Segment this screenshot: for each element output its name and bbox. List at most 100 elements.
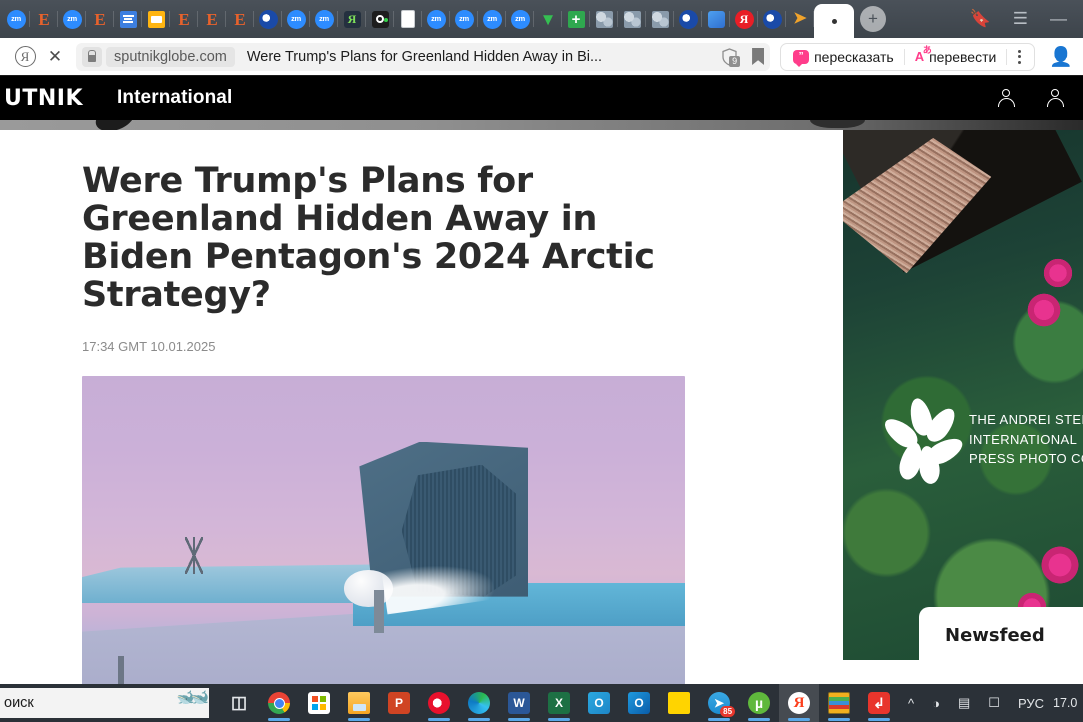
browser-tab[interactable] xyxy=(394,4,422,34)
stenin-flower-logo xyxy=(879,396,973,486)
taskbar-item-outlook[interactable]: O xyxy=(619,684,659,722)
browser-tab[interactable] xyxy=(674,4,702,34)
yandex-assistant-button[interactable]: Я xyxy=(10,42,40,72)
browser-tab[interactable]: zm xyxy=(506,4,534,34)
page-title: Were Trump's Plans for Greenland Hidden … xyxy=(82,161,655,316)
taskbar-item-opera[interactable] xyxy=(419,684,459,722)
excel-icon: X xyxy=(548,692,571,714)
taskbar-item-task-view[interactable]: ◫ xyxy=(219,684,259,722)
site-section-label[interactable]: International xyxy=(117,87,232,109)
article-column: Were Trump's Plans for Greenland Hidden … xyxy=(0,130,843,684)
opera-icon xyxy=(762,9,782,29)
bookmark-manager-icon[interactable]: 🔖 xyxy=(970,9,991,29)
sidebar-advertisement[interactable]: THE ANDREI STENIN INTERNATIONAL PRESS PH… xyxy=(843,130,1083,660)
zoom-icon: zm xyxy=(6,9,26,29)
bookmark-icon[interactable] xyxy=(752,48,765,65)
taskbar-item-word[interactable]: W xyxy=(499,684,539,722)
browser-tab[interactable]: zm xyxy=(310,4,338,34)
camera-icon[interactable]: ☐ xyxy=(979,684,1009,722)
browser-tab[interactable]: zm xyxy=(422,4,450,34)
browser-tab[interactable]: E xyxy=(170,4,198,34)
summarize-button[interactable]: ” пересказать xyxy=(785,45,902,69)
taskbar-item-outlook-one[interactable]: O xyxy=(579,684,619,722)
browser-tab[interactable]: ➤ xyxy=(786,4,814,34)
window-controls: 🔖 ☰ — xyxy=(950,9,1081,29)
browser-tab[interactable]: E xyxy=(86,4,114,34)
word-icon: W xyxy=(508,692,531,714)
tab-list[interactable]: zm E zm E E E E zm zm Я zm zm zm zm ▼ + … xyxy=(2,0,950,38)
browser-tab[interactable] xyxy=(114,4,142,34)
taskbar-item-excel[interactable]: X xyxy=(539,684,579,722)
taskbar-item-chrome[interactable] xyxy=(259,684,299,722)
zoom-icon: zm xyxy=(62,9,82,29)
browser-tab[interactable]: zm xyxy=(478,4,506,34)
browser-tab-active[interactable] xyxy=(814,4,854,38)
newsfeed-title: Newsfeed xyxy=(945,625,1045,646)
omnibox[interactable]: sputnikglobe.com Were Trump's Plans for … xyxy=(76,42,771,71)
browser-tab[interactable]: E xyxy=(30,4,58,34)
browser-tab[interactable]: zm xyxy=(282,4,310,34)
chrome-icon xyxy=(268,692,291,714)
winrar-icon xyxy=(828,692,851,714)
browser-tab[interactable]: zm xyxy=(2,4,30,34)
browser-tab[interactable]: zm xyxy=(58,4,86,34)
right-sidebar: THE ANDREI STENIN INTERNATIONAL PRESS PH… xyxy=(843,130,1083,684)
taskbar-item-edge[interactable] xyxy=(459,684,499,722)
omnibox-page-title: Were Trump's Plans for Greenland Hidden … xyxy=(246,48,603,65)
ad-text-block: THE ANDREI STENIN INTERNATIONAL PRESS PH… xyxy=(969,410,1083,469)
browser-tab[interactable] xyxy=(758,4,786,34)
browser-tab[interactable]: ▼ xyxy=(534,4,562,34)
browser-tab[interactable] xyxy=(366,4,394,34)
taskbar-item-file-explorer[interactable] xyxy=(339,684,379,722)
search-input[interactable]: оиск 🐋🐋 xyxy=(0,688,210,718)
browser-tab[interactable] xyxy=(142,4,170,34)
shield-icon[interactable]: 9 xyxy=(721,47,741,67)
new-tab-button[interactable]: + xyxy=(860,6,886,32)
browser-tab[interactable] xyxy=(618,4,646,34)
zoom-icon: zm xyxy=(510,9,530,29)
taskbar-item-telegram[interactable]: ➤ 85 xyxy=(699,684,739,722)
edge-icon xyxy=(468,692,491,714)
user-profile-icon[interactable]: 👤 xyxy=(1049,45,1073,69)
language-indicator[interactable]: РУС xyxy=(1009,684,1053,722)
browser-tab[interactable] xyxy=(646,4,674,34)
browser-tab[interactable]: zm xyxy=(450,4,478,34)
taskbar-item-powerpoint[interactable]: P xyxy=(379,684,419,722)
wifi-icon[interactable]: ◑ xyxy=(923,684,949,722)
divider xyxy=(903,48,905,65)
browser-tab[interactable] xyxy=(254,4,282,34)
browser-tab[interactable]: E xyxy=(198,4,226,34)
chevron-up-icon[interactable]: ^ xyxy=(899,684,923,722)
browser-tab[interactable]: Я xyxy=(338,4,366,34)
hero-smokestack xyxy=(374,590,385,633)
taskbar-item-microsoft-store[interactable] xyxy=(299,684,339,722)
browser-tab[interactable] xyxy=(702,4,730,34)
browser-tab[interactable]: E xyxy=(226,4,254,34)
battery-icon[interactable]: ▤ xyxy=(949,684,979,722)
account-icon[interactable] xyxy=(997,88,1016,108)
globe-icon xyxy=(623,10,641,28)
zoom-icon: zm xyxy=(286,9,306,29)
clock[interactable]: 17.0 xyxy=(1053,696,1083,710)
browser-tab[interactable] xyxy=(590,4,618,34)
login-icon[interactable] xyxy=(1046,88,1065,108)
site-header-actions xyxy=(997,88,1069,108)
taskbar-item-acrobat[interactable]: ↲ xyxy=(859,684,899,722)
document-list-icon xyxy=(119,10,137,28)
translate-button[interactable]: Aあ перевести xyxy=(907,45,1005,69)
newsfeed-panel[interactable]: Newsfeed xyxy=(919,607,1083,660)
zoom-icon: zm xyxy=(482,9,502,29)
microsoft-store-icon xyxy=(308,692,331,714)
browser-tab[interactable]: + xyxy=(562,4,590,34)
taskbar-item-sticky-notes[interactable] xyxy=(659,684,699,722)
browser-tab[interactable]: Я xyxy=(730,4,758,34)
taskbar-item-utorrent[interactable]: µ xyxy=(739,684,779,722)
minimize-button[interactable]: — xyxy=(1050,9,1067,29)
hamburger-menu-icon[interactable]: ☰ xyxy=(1013,9,1028,29)
sputnik-logo[interactable]: UTNIK xyxy=(4,86,83,111)
taskbar-item-yandex-browser[interactable]: Я xyxy=(779,684,820,722)
taskbar-item-winrar[interactable] xyxy=(819,684,859,722)
close-tab-button[interactable]: ✕ xyxy=(40,42,70,72)
kebab-menu-icon[interactable] xyxy=(1009,49,1030,64)
whale-icons: 🐋🐋 xyxy=(176,690,209,706)
